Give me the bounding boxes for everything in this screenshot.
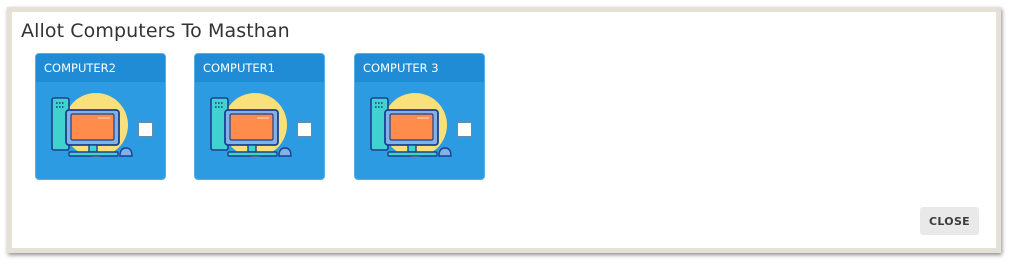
dialog-title: Allot Computers To Masthan <box>21 20 290 42</box>
computer-card-name: COMPUTER1 <box>195 54 324 82</box>
close-button[interactable]: CLOSE <box>920 207 979 235</box>
allot-computers-dialog: Allot Computers To Masthan COMPUTER2 COM… <box>7 7 1001 253</box>
desktop-computer-icon <box>51 93 133 157</box>
computer-select-checkbox[interactable] <box>457 122 472 137</box>
computer-card-name: COMPUTER 3 <box>355 54 484 82</box>
desktop-computer-icon <box>210 93 292 157</box>
computer-card-name: COMPUTER2 <box>36 54 165 82</box>
computer-select-checkbox[interactable] <box>138 122 153 137</box>
computer-card-computer-3[interactable]: COMPUTER 3 <box>354 53 485 180</box>
computer-select-checkbox[interactable] <box>297 122 312 137</box>
computer-card-computer2[interactable]: COMPUTER2 <box>35 53 166 180</box>
computer-card-computer1[interactable]: COMPUTER1 <box>194 53 325 180</box>
desktop-computer-icon <box>370 93 452 157</box>
